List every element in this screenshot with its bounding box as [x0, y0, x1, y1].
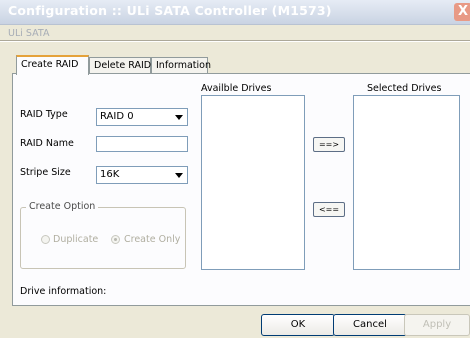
- duplicate-radio[interactable]: [41, 235, 50, 244]
- raid-type-value: RAID 0: [100, 111, 134, 122]
- remove-drive-label: <==: [318, 205, 340, 214]
- tab-create-raid[interactable]: Create RAID: [16, 55, 89, 75]
- create-only-label: Create Only: [124, 234, 181, 245]
- raid-type-label: RAID Type: [20, 109, 68, 120]
- add-drive-label: ==>: [318, 140, 340, 149]
- cancel-label: Cancel: [353, 319, 387, 330]
- raid-type-select[interactable]: RAID 0: [96, 108, 188, 126]
- tab-information-label: Information: [156, 60, 211, 71]
- duplicate-label: Duplicate: [53, 234, 99, 245]
- tab-delete-raid-label: Delete RAID: [94, 60, 152, 71]
- create-only-radio[interactable]: [111, 235, 120, 244]
- header-divider: [0, 40, 470, 42]
- drive-information-label: Drive information:: [20, 286, 107, 297]
- raid-name-label: RAID Name: [20, 138, 74, 149]
- window-title: Configuration :: ULi SATA Controller (M1…: [8, 3, 332, 18]
- cancel-button[interactable]: Cancel: [333, 314, 407, 336]
- tab-delete-raid[interactable]: Delete RAID: [89, 57, 151, 74]
- apply-label: Apply: [422, 319, 452, 330]
- apply-button[interactable]: Apply: [404, 314, 470, 336]
- stripe-size-select[interactable]: 16K: [96, 166, 188, 184]
- selected-drives-list[interactable]: [353, 95, 460, 270]
- tab-create-raid-label: Create RAID: [21, 59, 79, 70]
- stripe-size-value: 16K: [100, 169, 120, 180]
- chevron-down-icon[interactable]: [173, 169, 185, 181]
- ok-label: OK: [290, 319, 306, 330]
- chevron-down-icon[interactable]: [173, 111, 185, 123]
- window-subtitle: ULi SATA: [8, 28, 50, 39]
- available-drives-header: Availble Drives: [201, 83, 272, 94]
- create-option-title: Create Option: [26, 201, 99, 212]
- available-drives-list[interactable]: [201, 95, 305, 270]
- title-bar: Configuration :: ULi SATA Controller (M1…: [0, 0, 470, 25]
- ok-button[interactable]: OK: [261, 314, 335, 336]
- add-drive-button[interactable]: ==>: [313, 137, 345, 152]
- close-button[interactable]: X: [454, 3, 470, 21]
- remove-drive-button[interactable]: <==: [313, 202, 345, 217]
- selected-drives-header: Selected Drives: [367, 83, 442, 94]
- stripe-size-label: Stripe Size: [20, 167, 71, 178]
- close-icon: X: [457, 4, 469, 19]
- tab-information[interactable]: Information: [151, 57, 211, 74]
- raid-name-input[interactable]: [96, 136, 188, 152]
